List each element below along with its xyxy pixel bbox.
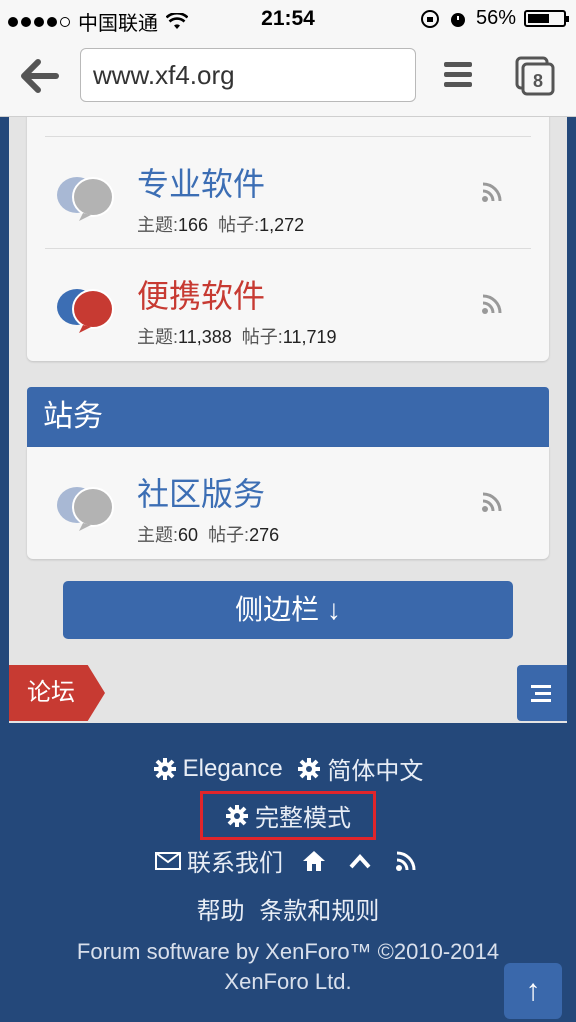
contact-link[interactable]: 联系我们 bbox=[154, 843, 283, 878]
contact-label: 联系我们 bbox=[186, 850, 283, 877]
back-arrow-icon[interactable] bbox=[20, 58, 60, 94]
full-mode-link[interactable]: 完整模式 bbox=[200, 791, 376, 840]
menu-icon[interactable] bbox=[444, 62, 472, 88]
battery-icon bbox=[524, 10, 569, 27]
forum-node[interactable]: 社区版务 主题:60 帖子:276 bbox=[27, 447, 549, 559]
forum-title[interactable]: 便携软件 bbox=[137, 271, 265, 317]
language-chooser[interactable]: 简体中文 bbox=[297, 751, 423, 786]
tabs-button[interactable]: 8 bbox=[514, 56, 556, 96]
copyright-line2[interactable]: XenForo Ltd. bbox=[0, 967, 576, 997]
battery-percent: 56% bbox=[475, 7, 516, 29]
forum-card: 专业软件 主题:166 帖子:1,272 便携软件 主题:11,388 帖子:1… bbox=[27, 117, 549, 361]
forum-node[interactable]: 专业软件 主题:166 帖子:1,272 bbox=[27, 137, 549, 249]
tabs-icon: 8 bbox=[515, 56, 555, 96]
forum-title[interactable]: 社区版务 bbox=[137, 469, 265, 515]
breadcrumb-forums[interactable]: 论坛 bbox=[9, 665, 105, 721]
chevron-up-icon[interactable] bbox=[348, 852, 372, 870]
url-field[interactable]: www.xf4.org bbox=[80, 48, 416, 102]
rss-icon[interactable] bbox=[481, 293, 503, 315]
gear-icon bbox=[153, 757, 176, 780]
mail-icon bbox=[154, 851, 181, 870]
forum-stats: 主题:166 帖子:1,272 bbox=[137, 215, 305, 235]
navigation-toggle-button[interactable] bbox=[517, 665, 567, 721]
copyright-line1[interactable]: Forum software by XenForo™ ©2010-2014 bbox=[0, 937, 576, 967]
help-link[interactable]: 帮助 bbox=[197, 891, 245, 926]
rss-icon[interactable] bbox=[395, 850, 417, 872]
tab-count: 8 bbox=[533, 71, 543, 91]
forum-node[interactable]: 便携软件 主题:11,388 帖子:11,719 bbox=[27, 249, 549, 361]
forum-list: 专业软件 主题:166 帖子:1,272 便携软件 主题:11,388 帖子:1… bbox=[9, 117, 567, 723]
list-menu-icon bbox=[531, 685, 551, 702]
category-card: 社区版务 主题:60 帖子:276 bbox=[27, 447, 549, 559]
home-icon[interactable] bbox=[302, 850, 326, 872]
terms-link[interactable]: 条款和规则 bbox=[259, 891, 379, 926]
browser-toolbar: www.xf4.org 8 bbox=[0, 38, 576, 117]
full-mode-label: 完整模式 bbox=[255, 805, 351, 832]
alarm-icon bbox=[450, 12, 465, 27]
gear-icon bbox=[226, 804, 248, 827]
rss-icon[interactable] bbox=[481, 491, 503, 513]
forum-read-icon bbox=[57, 177, 114, 221]
footer: Elegance 简体中文 完整模式 联系我们 帮助 条款和规则 Forum s… bbox=[0, 723, 576, 1022]
style-label: Elegance bbox=[182, 754, 283, 782]
rotation-lock-icon bbox=[420, 9, 439, 28]
sidebar-toggle-button[interactable]: 侧边栏 ↓ bbox=[63, 581, 513, 639]
category-header[interactable]: 站务 bbox=[27, 387, 549, 447]
rss-icon[interactable] bbox=[481, 181, 503, 203]
forum-unread-icon bbox=[57, 289, 114, 333]
scroll-to-top-button[interactable]: ↑ bbox=[504, 963, 562, 1019]
style-chooser[interactable]: Elegance bbox=[153, 755, 283, 783]
language-label: 简体中文 bbox=[327, 758, 424, 785]
forum-read-icon bbox=[57, 487, 114, 531]
status-bar: 中国联通 21:54 56% bbox=[0, 0, 576, 38]
gear-icon bbox=[298, 757, 321, 780]
forum-stats: 主题:60 帖子:276 bbox=[137, 525, 280, 545]
forum-title[interactable]: 专业软件 bbox=[137, 159, 265, 205]
forum-stats: 主题:11,388 帖子:11,719 bbox=[137, 327, 337, 347]
